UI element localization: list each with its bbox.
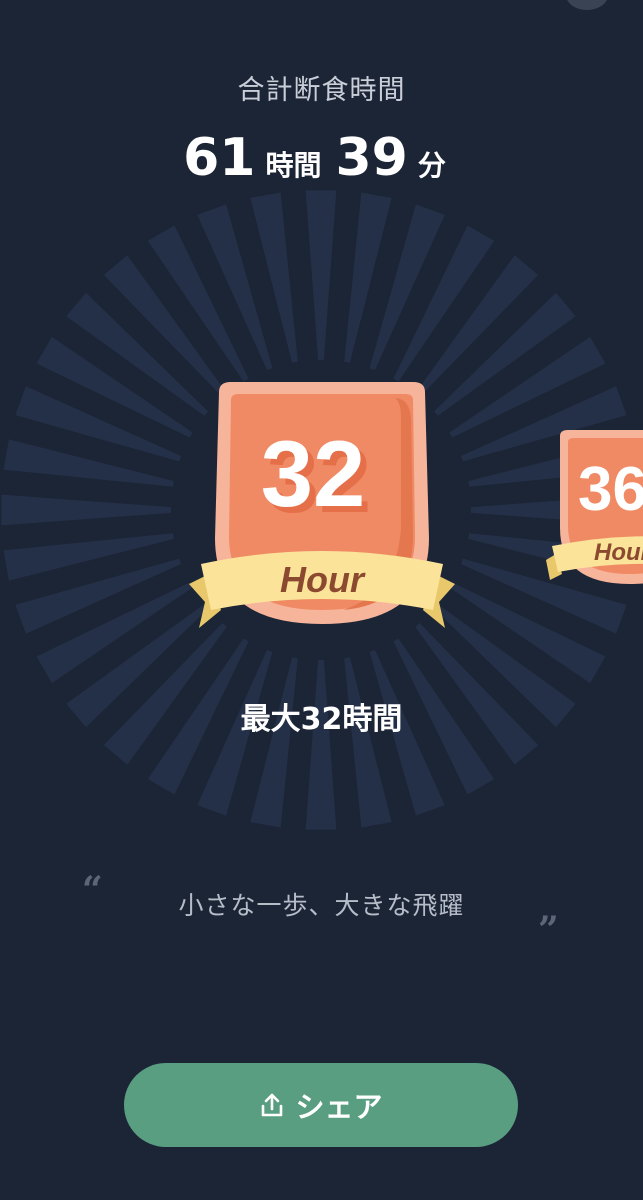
quote-close-mark: ” bbox=[538, 909, 559, 951]
sunburst-ray bbox=[305, 190, 337, 361]
badge-number: 32 bbox=[261, 421, 366, 526]
total-fasting-time: 61 時間 39 分 bbox=[0, 128, 643, 188]
achievement-screen: 合計断食時間 61 時間 39 分 32 32 Hour 36 Hour 最大32時間… bbox=[0, 0, 643, 1200]
sunburst-ray bbox=[305, 659, 337, 830]
hours-value: 61 bbox=[183, 128, 256, 188]
badge-32-hour[interactable]: 32 32 Hour bbox=[183, 378, 461, 640]
badge-number: 36 bbox=[578, 455, 643, 524]
share-label: シェア bbox=[295, 1090, 383, 1124]
hours-unit: 時間 bbox=[265, 149, 322, 182]
minutes-value: 39 bbox=[335, 128, 408, 188]
achievement-title: 最大32時間 bbox=[240, 702, 403, 737]
ribbon-label: Hour bbox=[280, 559, 366, 600]
sunburst-ray bbox=[1, 494, 172, 526]
minutes-unit: 分 bbox=[417, 149, 446, 182]
share-button[interactable]: シェア bbox=[124, 1063, 518, 1147]
ribbon-label: Hour bbox=[594, 539, 643, 566]
share-icon bbox=[262, 1093, 283, 1117]
total-fasting-label: 合計断食時間 bbox=[237, 75, 406, 106]
badge-36-hour[interactable]: 36 Hour bbox=[540, 428, 643, 588]
